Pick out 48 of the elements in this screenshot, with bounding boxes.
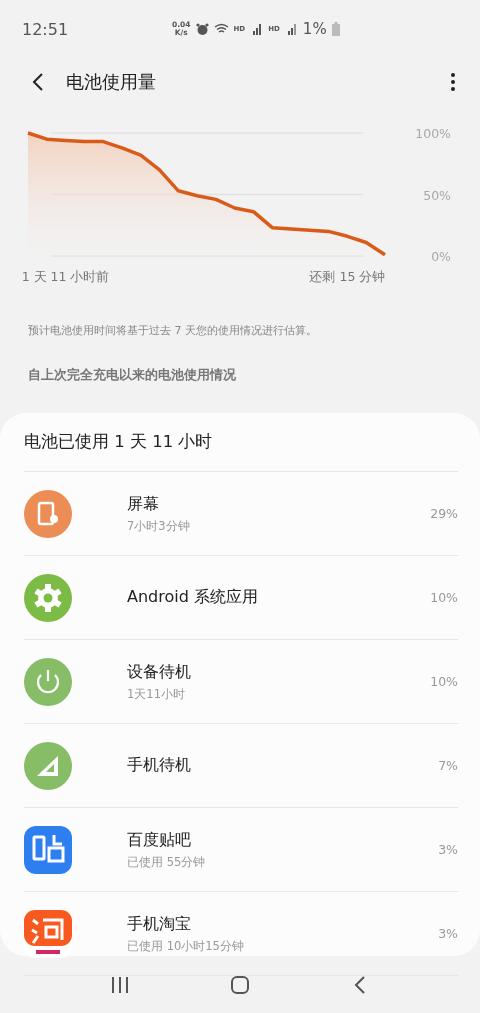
home-icon bbox=[231, 975, 249, 994]
usage-percent: 29% bbox=[430, 506, 458, 521]
recent-apps-icon bbox=[111, 976, 129, 993]
back-icon bbox=[32, 72, 44, 92]
section-title: 自上次完全充电以来的电池使用情况 bbox=[28, 366, 237, 384]
usage-percent: 7% bbox=[438, 758, 458, 773]
item-name: 手机淘宝 bbox=[127, 913, 192, 935]
usage-item[interactable]: 手机待机 7% bbox=[24, 724, 458, 808]
item-name: 设备待机 bbox=[127, 661, 192, 683]
app-icon bbox=[24, 825, 72, 874]
item-name: 屏幕 bbox=[127, 493, 160, 515]
usage-item[interactable]: 屏幕 7小时3分钟 29% bbox=[24, 472, 458, 556]
usage-item[interactable]: 手机淘宝 已使用 10小时15分钟 3% bbox=[24, 892, 458, 976]
usage-percent: 10% bbox=[430, 590, 458, 605]
usage-item[interactable]: 百度贴吧 已使用 55分钟 3% bbox=[24, 808, 458, 892]
axis-label: 1 天 11 小时前 bbox=[21, 269, 110, 284]
estimate-note: 预计电池使用时间将基于过去 7 天您的使用情况进行估算。 bbox=[28, 323, 318, 338]
usage-time: 已使用 10小时15分钟 bbox=[127, 938, 245, 954]
battery-icon bbox=[331, 22, 340, 36]
signal-icon bbox=[24, 741, 72, 790]
signal-icon bbox=[250, 23, 264, 35]
item-name: 手机待机 bbox=[127, 755, 192, 776]
usage-time: 已使用 55分钟 bbox=[127, 854, 207, 870]
axis-label: 100% bbox=[415, 126, 451, 141]
alarm-icon bbox=[195, 22, 209, 36]
item-name: Android 系统应用 bbox=[127, 587, 259, 608]
usage-item[interactable]: Android 系统应用 10% bbox=[24, 556, 458, 640]
axis-label: 还剩 15 分钟 bbox=[309, 269, 386, 284]
usage-percent: 10% bbox=[430, 674, 458, 689]
gear-icon bbox=[24, 573, 72, 622]
wifi-icon bbox=[213, 23, 229, 35]
axis-label: 0% bbox=[431, 249, 451, 264]
usage-percent: 3% bbox=[438, 842, 458, 857]
page-title: 电池使用量 bbox=[66, 70, 157, 94]
usage-percent: 3% bbox=[438, 926, 458, 941]
screen-icon bbox=[24, 489, 72, 538]
power-icon bbox=[24, 657, 72, 706]
more-icon bbox=[451, 73, 455, 91]
axis-label: 50% bbox=[423, 187, 451, 203]
usage-time: 1天11小时 bbox=[127, 686, 186, 702]
clock-time: 12:51 bbox=[22, 19, 70, 39]
back-icon bbox=[354, 975, 366, 994]
more-options-button[interactable] bbox=[448, 70, 458, 94]
item-name: 百度贴吧 bbox=[127, 829, 192, 851]
usage-item[interactable]: 设备待机 1天11小时 10% bbox=[24, 640, 458, 724]
usage-summary: 电池已使用 1 天 11 小时 bbox=[24, 413, 458, 472]
battery-percent: 1% bbox=[302, 20, 327, 38]
usage-time: 7小时3分钟 bbox=[127, 518, 191, 534]
